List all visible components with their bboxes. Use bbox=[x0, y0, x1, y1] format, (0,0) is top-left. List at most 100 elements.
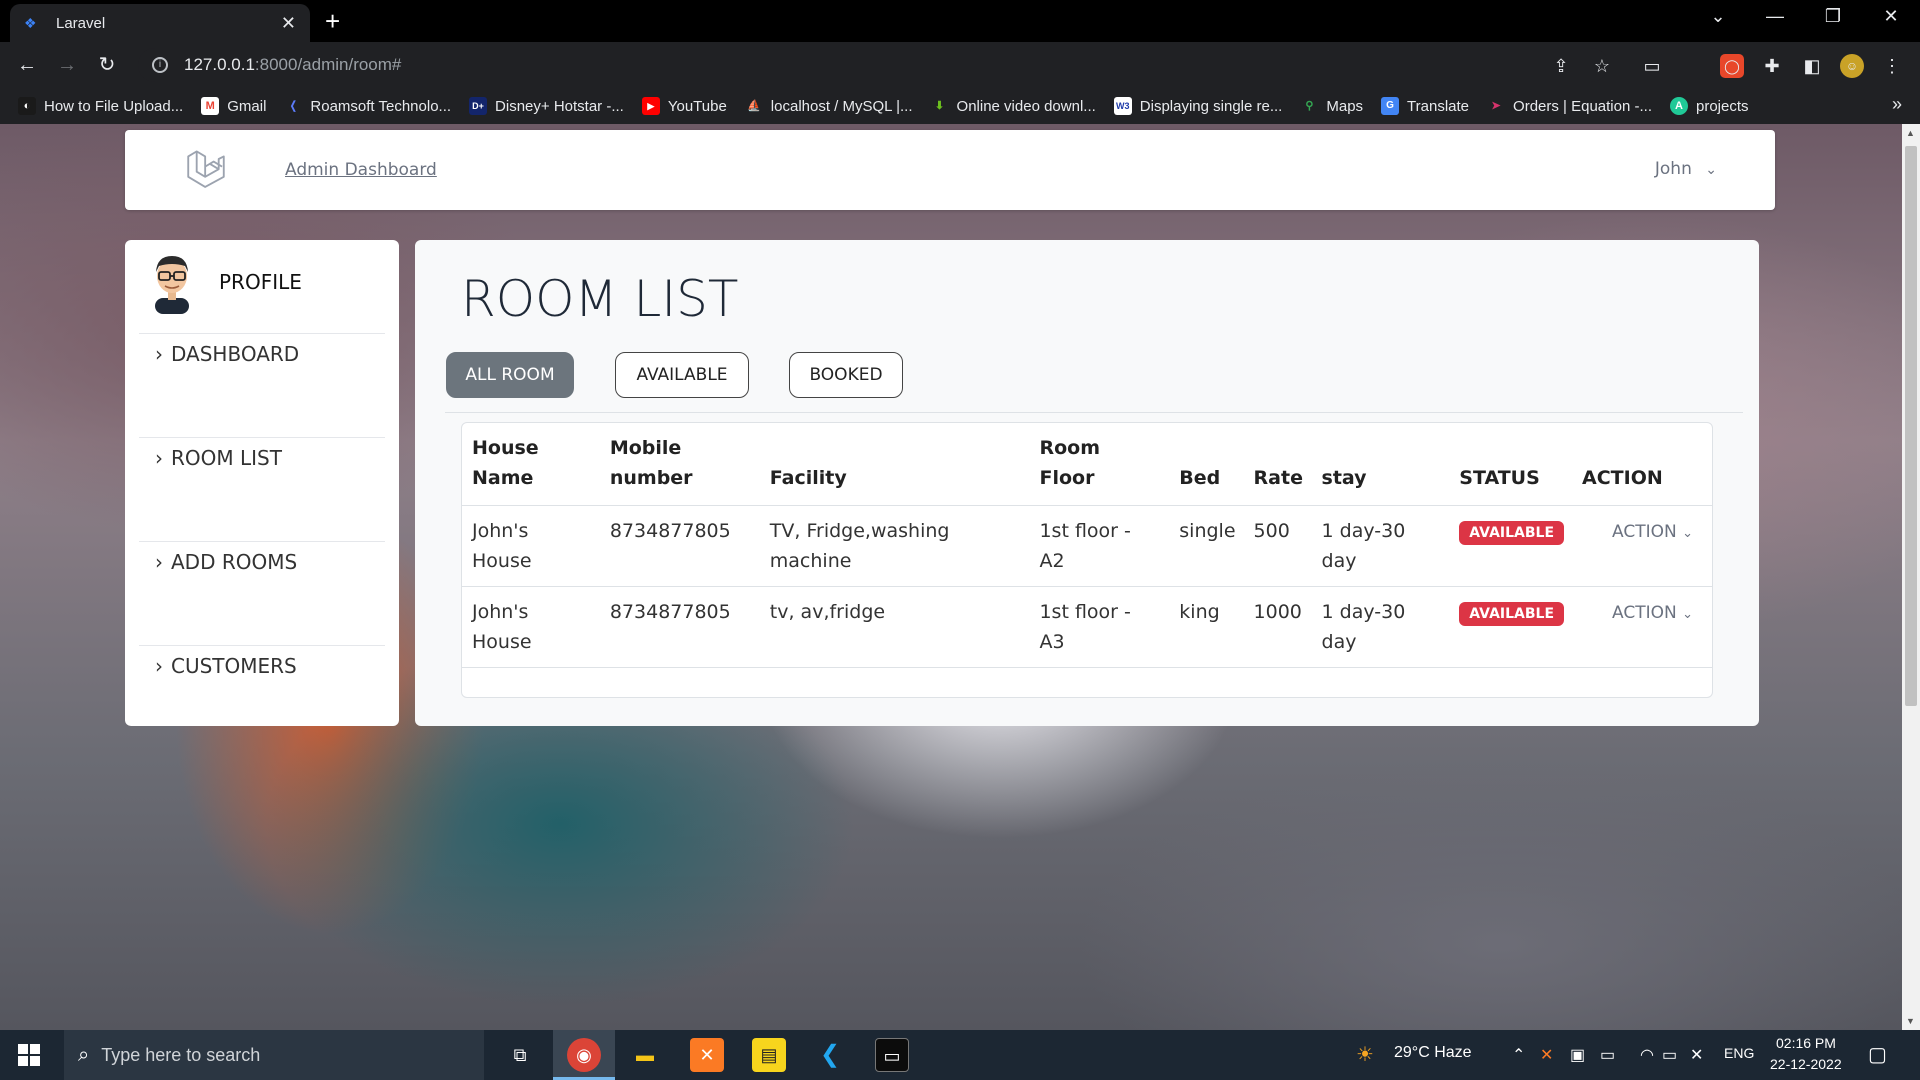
clock-date[interactable]: 22-12-2022 bbox=[1770, 1056, 1842, 1072]
cell-rate: 1000 bbox=[1243, 586, 1312, 668]
available-button[interactable]: AVAILABLE bbox=[615, 352, 749, 398]
column-header-house-name: House Name bbox=[462, 423, 600, 506]
chrome-icon[interactable]: ◉ bbox=[567, 1038, 601, 1072]
laravel-logo-icon[interactable] bbox=[183, 148, 229, 192]
weather-icon[interactable]: ☀ bbox=[1356, 1042, 1374, 1067]
user-menu[interactable]: John ⌄ bbox=[1655, 159, 1717, 179]
scrollbar-thumb[interactable] bbox=[1905, 146, 1917, 706]
cell-facility: tv, av,fridge bbox=[759, 586, 1030, 668]
language-indicator[interactable]: ENG bbox=[1724, 1045, 1754, 1061]
weather-text[interactable]: 29°C Haze bbox=[1394, 1044, 1472, 1062]
restore-icon[interactable]: ❐ bbox=[1818, 6, 1848, 27]
sidebar-item-dashboard[interactable]: › DASHBOARD bbox=[155, 342, 299, 366]
bookmark-item[interactable]: ❬ Roamsoft Technolo... bbox=[284, 97, 451, 115]
booked-button[interactable]: BOOKED bbox=[789, 352, 903, 398]
chevron-down-icon: ⌄ bbox=[1682, 607, 1694, 622]
room-list-card: ROOM LIST ALL ROOM AVAILABLE BOOKED Hous… bbox=[415, 240, 1759, 726]
table-header-row: House Name Mobile number Facility Room Flo… bbox=[462, 423, 1712, 506]
display-icon[interactable]: ▭ bbox=[1600, 1045, 1615, 1065]
new-tab-button[interactable]: + bbox=[325, 6, 340, 36]
chevron-right-icon: › bbox=[155, 446, 163, 470]
side-panel-icon[interactable]: ◧ bbox=[1800, 54, 1824, 78]
scroll-down-icon[interactable]: ▼ bbox=[1906, 1016, 1915, 1026]
column-header-stay: stay bbox=[1311, 423, 1450, 506]
back-icon[interactable]: ← bbox=[12, 50, 42, 80]
sidebar-item-add-rooms[interactable]: › ADD ROOMS bbox=[155, 550, 297, 574]
w3-icon: W3 bbox=[1113, 97, 1132, 115]
bookmarks-overflow-icon[interactable]: » bbox=[1892, 94, 1902, 115]
bookmark-item[interactable]: W3 Displaying single re... bbox=[1113, 97, 1282, 115]
search-placeholder: Type here to search bbox=[101, 1044, 261, 1065]
sidebar: PROFILE › DASHBOARD › ROOM LIST › ADD RO… bbox=[125, 240, 399, 726]
cell-rate: 500 bbox=[1243, 505, 1312, 587]
chevron-right-icon: › bbox=[155, 550, 163, 574]
forward-icon[interactable]: → bbox=[52, 50, 82, 80]
room-table-container: House Name Mobile number Facility Room Flo… bbox=[461, 422, 1713, 698]
bookmark-item[interactable]: G Translate bbox=[1381, 97, 1469, 115]
xampp-icon[interactable]: ✕ bbox=[690, 1038, 724, 1072]
battery-icon[interactable]: ▭ bbox=[1662, 1045, 1677, 1065]
profile-avatar-icon[interactable]: ☺ bbox=[1840, 54, 1864, 78]
sidebar-item-room-list[interactable]: › ROOM LIST bbox=[155, 446, 282, 470]
reload-icon[interactable]: ↻ bbox=[92, 50, 122, 80]
action-dropdown[interactable]: ACTION ⌄ bbox=[1582, 603, 1693, 623]
column-header-facility: Facility bbox=[759, 423, 1030, 506]
sidebar-item-customers[interactable]: › CUSTOMERS bbox=[155, 654, 297, 678]
file-explorer-icon[interactable]: ▬ bbox=[628, 1038, 662, 1072]
minimize-icon[interactable]: — bbox=[1760, 6, 1790, 27]
xampp-tray-icon[interactable]: ✕ bbox=[1540, 1045, 1553, 1065]
bookmark-item[interactable]: ⚲ Maps bbox=[1300, 97, 1363, 115]
terminal-icon[interactable]: ▭ bbox=[875, 1038, 909, 1072]
profile-link[interactable]: PROFILE bbox=[147, 250, 302, 314]
close-window-icon[interactable]: ✕ bbox=[1876, 6, 1906, 27]
chevron-up-icon[interactable]: ⌃ bbox=[1512, 1045, 1525, 1065]
wifi-icon[interactable]: ◠ bbox=[1640, 1045, 1654, 1065]
vscode-icon[interactable]: ❮ bbox=[813, 1038, 847, 1072]
bookmark-item[interactable]: Aprojects bbox=[1670, 97, 1749, 115]
task-view-icon[interactable]: ⧉ bbox=[503, 1038, 537, 1072]
gmail-icon: M bbox=[201, 97, 220, 115]
bookmark-item[interactable]: ⬇ Online video downl... bbox=[930, 97, 1096, 115]
page-scrollbar[interactable]: ▲ ▼ bbox=[1902, 124, 1920, 1030]
action-dropdown[interactable]: ACTION ⌄ bbox=[1582, 522, 1693, 542]
maps-icon: ⚲ bbox=[1300, 97, 1319, 115]
sidebar-item-label: ADD ROOMS bbox=[171, 550, 298, 574]
volume-muted-icon[interactable]: ✕ bbox=[1690, 1045, 1703, 1065]
profile-label: PROFILE bbox=[219, 270, 302, 294]
bookmark-item[interactable]: ⛵ localhost / MySQL |... bbox=[744, 97, 913, 115]
windows-start-icon[interactable] bbox=[18, 1044, 40, 1066]
bookmark-item[interactable]: M Gmail bbox=[201, 97, 266, 115]
browser-tab-bar: ❖ Laravel ✕ + ⌄ — ❐ ✕ bbox=[0, 0, 1920, 42]
top-navbar: Admin Dashboard John ⌄ bbox=[125, 130, 1775, 210]
clock-time[interactable]: 02:16 PM bbox=[1776, 1035, 1836, 1051]
page-viewport: Admin Dashboard John ⌄ PROFILE › DASHBOA… bbox=[0, 124, 1902, 1030]
share-icon[interactable]: ⇪ bbox=[1549, 54, 1573, 78]
bookmark-star-icon[interactable]: ☆ bbox=[1590, 54, 1614, 78]
extension-record-icon[interactable]: ◯ bbox=[1720, 54, 1744, 78]
meet-now-icon[interactable]: ▣ bbox=[1570, 1045, 1585, 1065]
sticky-notes-icon[interactable]: ▤ bbox=[752, 1038, 786, 1072]
bookmark-item[interactable]: D+ Disney+ Hotstar -... bbox=[469, 97, 624, 115]
bookmark-item[interactable]: ▶ YouTube bbox=[641, 97, 727, 115]
address-bar[interactable]: i 127.0.0.1 :8000/admin/room# bbox=[138, 48, 1608, 82]
status-badge: AVAILABLE bbox=[1459, 521, 1565, 545]
search-icon: ⌕ bbox=[78, 1043, 90, 1066]
scroll-up-icon[interactable]: ▲ bbox=[1906, 128, 1915, 138]
cell-house-name: John's House bbox=[462, 586, 600, 668]
extensions-puzzle-icon[interactable]: ✚ bbox=[1760, 54, 1784, 78]
cell-stay: 1 day-30 day bbox=[1311, 505, 1450, 587]
bookmark-item[interactable]: ➤ Orders | Equation -... bbox=[1487, 97, 1652, 115]
admin-dashboard-link[interactable]: Admin Dashboard bbox=[285, 160, 437, 180]
browser-tab[interactable]: ❖ Laravel ✕ bbox=[10, 4, 310, 42]
tab-search-icon[interactable]: ⌄ bbox=[1703, 6, 1733, 27]
chrome-menu-icon[interactable]: ⋮ bbox=[1880, 54, 1904, 78]
tab-close-icon[interactable]: ✕ bbox=[281, 13, 296, 34]
cast-icon[interactable]: ▭ bbox=[1640, 54, 1664, 78]
sidebar-item-label: ROOM LIST bbox=[171, 446, 282, 470]
notifications-icon[interactable]: ▢ bbox=[1868, 1042, 1887, 1067]
all-room-button[interactable]: ALL ROOM bbox=[446, 352, 574, 398]
cell-action: ACTION ⌄ bbox=[1572, 505, 1712, 587]
site-info-icon[interactable]: i bbox=[152, 57, 168, 73]
taskbar-search[interactable]: ⌕ Type here to search bbox=[64, 1030, 484, 1080]
bookmark-item[interactable]: ◐ How to File Upload... bbox=[18, 97, 183, 115]
